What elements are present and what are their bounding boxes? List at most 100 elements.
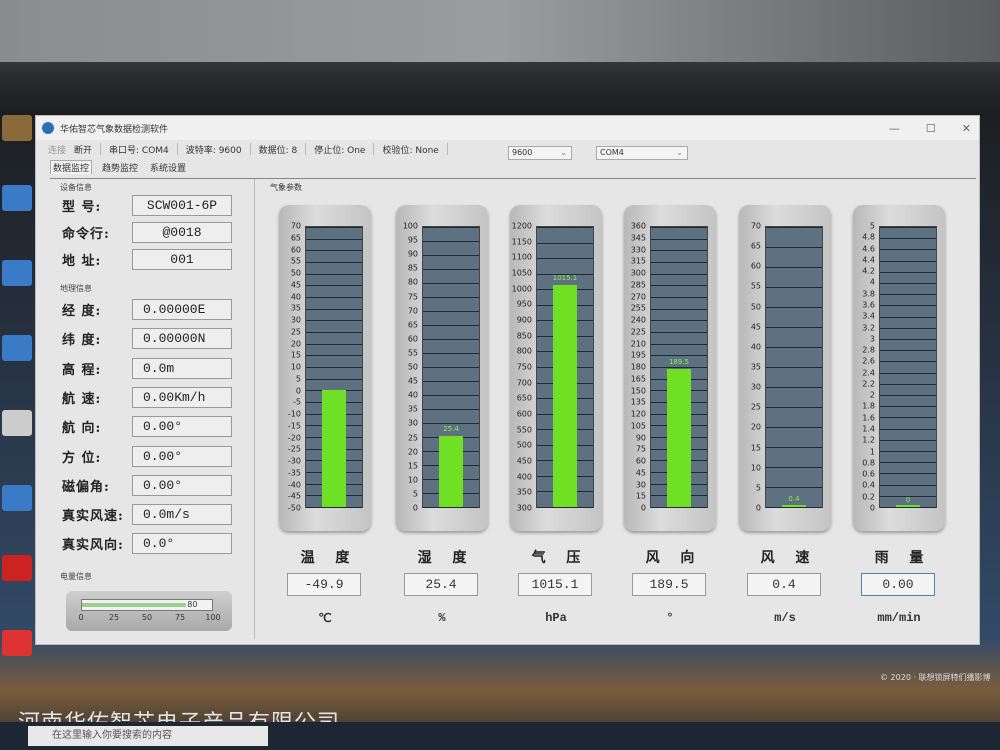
gauge-gridline [651,297,707,298]
info-value-field[interactable]: 0.0m [132,357,232,379]
gauge-value-field[interactable]: -49.9 [287,573,361,596]
gauge-value-field[interactable]: 189.5 [632,573,706,596]
gauge-gridline [880,395,936,396]
tab-system-settings[interactable]: 系统设置 [148,161,188,174]
gauge-tick-label: 55 [407,348,418,358]
chevron-down-icon: ⌄ [560,148,567,157]
info-value-field[interactable]: @0018 [132,222,232,243]
gauge-gridline [423,269,479,270]
info-value-field[interactable]: 0.00° [132,445,232,467]
desktop-icon[interactable] [2,335,32,361]
info-row: 命令行: @0018 [62,222,232,243]
gauge-tick-label: 315 [630,256,646,266]
gauge-scale: 0.4 [765,226,823,508]
info-value-field[interactable]: 0.00° [132,474,232,496]
info-row: 航 向: 0.00° [62,416,232,438]
baud-select[interactable]: 9600 ⌄ [508,146,572,160]
gauge-tick-label: 4.8 [862,232,875,242]
gauge-title: 风 速 [760,550,818,566]
gauge-3: 0 15 30 45 60 75 90 105 120 135 150 165 180 195 210 225… [624,205,716,531]
gauge-gridline [766,507,822,508]
gauge-gridline [651,273,707,275]
app-logo-icon [42,122,54,134]
gauge-gridline [423,381,479,382]
connect-button[interactable]: 连接 [48,143,66,156]
gauge-gridline [880,439,936,441]
gauge-tick-label: 450 [516,456,532,466]
gauge-tick-label: 55 [750,281,761,291]
battery-info-heading: 电量信息 [60,572,92,581]
gauge-gridline [306,378,362,380]
gauge-gridline [766,347,822,348]
info-label: 航 向: [62,421,102,437]
gauge-unit: ℃ [318,612,332,626]
gauge-value-field[interactable]: 25.4 [404,573,478,596]
gauge-tick-label: 1.8 [862,401,875,411]
gauge-bar [439,435,463,507]
info-value-field[interactable]: 0.00000N [132,328,232,350]
gauge-gridline [537,227,593,228]
tab-data-monitor[interactable]: 数据监控 [50,160,93,174]
gauge-tick-label: 3.4 [862,311,875,321]
gauge-gridline [880,327,936,329]
gauge-tick-label: 95 [407,235,418,245]
info-label: 地 址: [62,254,102,269]
info-value-field[interactable]: 0.0° [132,533,232,555]
gauge-tick-label: 45 [407,376,418,386]
desktop-icon[interactable] [2,630,32,656]
gauge-gridline [880,305,936,307]
desktop-icon[interactable] [2,260,32,286]
gauge-tick-label: 4 [869,277,875,287]
gauge-value-field[interactable]: 0.4 [747,573,821,596]
gauge-gridline [766,327,822,328]
port-select[interactable]: COM4 ⌄ [596,146,688,160]
info-value-field[interactable]: 001 [132,249,232,270]
gauge-bar [322,390,346,507]
gauge-tick-label: 210 [630,339,646,348]
gauge-tick-label: 0.2 [862,492,875,502]
gauge-gridline [880,473,936,475]
info-value-field[interactable]: SCW001-6P [132,195,232,216]
gauge-tick-label: 195 [630,350,646,360]
gauge-gridline [880,350,936,352]
gauge-tick-label: 500 [516,440,532,450]
info-value-field[interactable]: 0.00000E [132,299,232,320]
info-value-field[interactable]: 0.00Km/h [132,386,232,408]
device-info-heading: 设备信息 [60,183,92,192]
gauge-value-field[interactable]: 0.00 [861,573,935,596]
gauge-tick-label: 90 [635,433,646,442]
info-label: 经 度: [62,304,102,319]
gauge-bar [782,505,806,507]
gauge-gridline [306,250,362,252]
gauge-gridline [537,242,593,244]
gauge-title: 气 压 [531,550,589,566]
taskbar: 在这里输入你要搜索的内容 [0,722,1000,750]
desktop-icon[interactable] [2,485,32,511]
gauge-gridline [537,258,593,260]
gauge-gridline [651,238,707,240]
recycle-bin-icon[interactable] [2,410,32,436]
gauge-gridline [306,285,362,287]
gauge-gridline [880,238,936,240]
gauge-value-field[interactable]: 1015.1 [518,573,592,596]
minimize-button[interactable]: — [889,122,900,135]
taskbar-search-input[interactable]: 在这里输入你要搜索的内容 [28,726,268,746]
desktop-icon[interactable] [2,555,32,581]
info-value-field[interactable]: 0.00° [132,416,232,438]
gauge-tick-label: 850 [516,331,532,341]
gauge-gridline [423,325,479,326]
gauge-gridline [423,227,479,228]
disconnect-button[interactable]: 断开 [74,143,92,156]
info-label: 真实风速: [62,509,124,525]
desktop-icon[interactable] [2,185,32,211]
close-button[interactable]: ✕ [962,122,971,135]
info-value-field[interactable]: 0.0m/s [132,504,232,526]
desktop-icon[interactable] [2,115,32,141]
maximize-button[interactable]: ☐ [926,122,936,135]
tab-trend-monitor[interactable]: 趋势监控 [100,161,140,174]
gauge-tick-label: 45 [290,280,301,290]
gauge-title: 湿 度 [417,550,475,566]
gauge-tick-label: 1100 [511,252,532,262]
gauge-unit: ° [666,611,674,625]
gauge-gridline [766,487,822,488]
